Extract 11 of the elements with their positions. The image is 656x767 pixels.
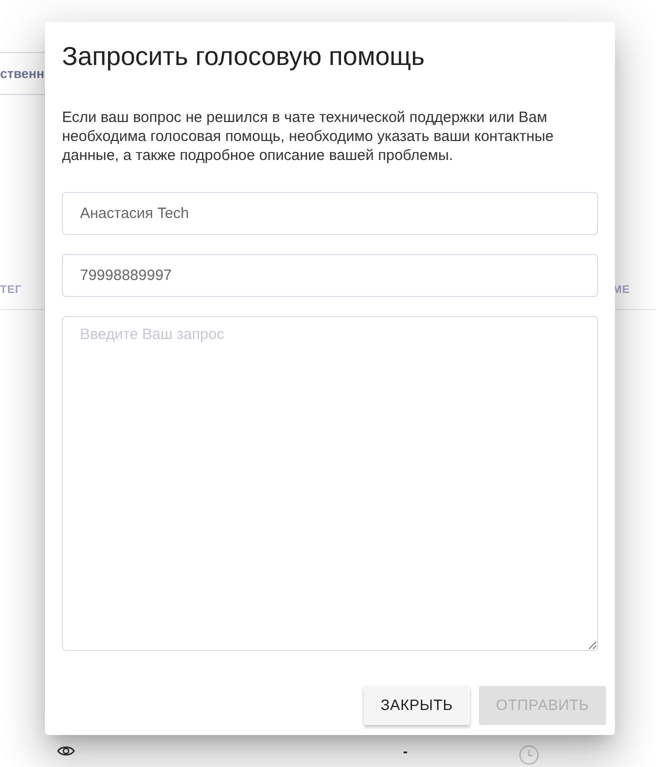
close-button[interactable]: ЗАКРЫТЬ [364,686,470,725]
table-cell: - [403,743,408,759]
eye-icon[interactable] [57,745,75,757]
column-header: ТЕГ [0,284,22,296]
input-field[interactable]: 79998889997 [62,254,598,297]
dialog-title: Запросить голосовую помощь [62,40,425,72]
request-textarea[interactable]: Введите Ваш запрос [62,316,598,651]
input-field[interactable]: Анастасия Tech [62,192,598,235]
dialog-description: Если ваш вопрос не решился в чате технической поддержки или Вам необходима голосовая помощь, необходимо указать ваши контактные данные, а также подробное описание вашей проблемы. [62,108,555,165]
clock-icon [518,745,539,765]
filter-button[interactable]: ственн [0,52,45,95]
